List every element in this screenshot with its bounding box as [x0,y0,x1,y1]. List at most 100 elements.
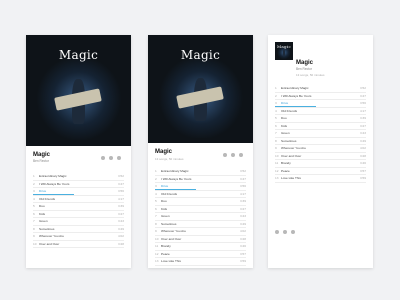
track-duration: 3:56 [239,184,246,189]
track-row[interactable]: 3 Drive 3:56 [33,188,124,196]
track-row[interactable]: 5 Duo 3:39 [155,198,246,206]
track-row[interactable]: 8 Sometimes 3:49 [155,221,246,228]
track-row[interactable]: 11 Brandy 3:46 [275,160,366,168]
track-duration: 3:27 [239,206,246,211]
track-row[interactable]: 2I Will Always Be Yours 3:47 [275,93,366,100]
track-title: I Will Always Be Yours [39,181,70,186]
track-title: Over and Over [161,236,182,241]
track-duration: 3:49 [239,221,246,226]
track-row[interactable]: 7 Green 3:43 [33,218,124,226]
track-row[interactable]: 5 Duo 3:39 [275,115,366,123]
track-duration: 3:43 [239,214,246,219]
track-row[interactable]: 2I Will Always Be Yours 3:47 [33,181,124,188]
track-title: I Will Always Be Yours [281,93,312,98]
download-icon[interactable] [231,153,235,157]
track-row[interactable]: 1 Extraordinary Magic 3:52 [155,168,246,176]
album-cover[interactable]: Magic [26,35,131,146]
track-row[interactable]: 9 Wherever You Are 4:02 [33,233,124,241]
track-duration: 3:28 [117,241,124,246]
track-duration: 3:59 [359,176,366,181]
track-row[interactable]: 1 Extraordinary Magic 3:52 [33,173,124,181]
shuffle-icon[interactable] [101,156,105,160]
more-icon[interactable] [117,156,121,160]
track-row[interactable]: 11 Brandy 3:46 [155,243,246,251]
track-duration: 4:17 [117,196,124,201]
more-icon[interactable] [291,230,295,234]
track-title: Brandy [281,161,291,166]
track-row[interactable]: 2I Will Always Be Yours 3:47 [155,176,246,183]
track-row[interactable]: 12 Peace 3:57 [275,168,366,175]
track-title: Kids [161,206,168,211]
track-duration: 3:47 [239,176,246,181]
track-title: Old Friends [39,196,55,201]
track-title: Love Like This [281,176,301,181]
track-title: Old Friends [161,191,177,196]
download-icon[interactable] [283,230,287,234]
track-title: Green [39,219,48,224]
track-title: Over and Over [281,153,302,158]
track-title: Extraordinary Magic [161,169,189,174]
track-title: Kids [281,123,288,128]
track-duration: 3:39 [359,116,366,121]
track-row[interactable]: 6 Kids 3:27 [275,123,366,130]
album-meta: 13 songs, 50 minutes [296,73,325,77]
track-row[interactable]: 3 Drive 3:56 [155,183,246,191]
track-row[interactable]: 1 Extraordinary Magic 3:52 [275,85,366,93]
track-duration: 3:47 [117,181,124,186]
track-duration: 3:43 [117,219,124,224]
album-controls [275,230,295,234]
track-row[interactable]: 12 Peace 3:57 [155,251,246,258]
track-row[interactable]: 10 Over and Over 3:28 [275,153,366,160]
track-list: 1 Extraordinary Magic 3:52 2 I Will Always B… [26,173,131,248]
more-icon[interactable] [239,153,243,157]
track-row[interactable]: 8 Sometimes 3:49 [33,226,124,233]
track-duration: 3:28 [239,236,246,241]
track-duration: 3:47 [359,93,366,98]
track-duration: 3:52 [239,169,246,174]
track-row[interactable]: 10 Over and Over 3:28 [155,236,246,243]
track-row[interactable]: 13 Love Like This 3:59 [155,258,246,266]
track-title: Over and Over [39,241,60,246]
track-duration: 3:46 [239,244,246,249]
track-row[interactable]: 10 Over and Over 3:28 [33,241,124,248]
track-row[interactable]: 9 Wherever You Are 4:02 [275,145,366,153]
track-row[interactable]: 13 Love Like This 3:59 [275,175,366,183]
track-title: Sometimes [281,138,297,143]
album-cover-thumb[interactable]: Magic [275,42,293,60]
shuffle-icon[interactable] [223,153,227,157]
track-row[interactable]: 8 Sometimes 3:49 [275,138,366,145]
track-row[interactable]: 4 Old Friends 4:17 [275,108,366,115]
track-row[interactable]: 6 Kids 3:27 [33,211,124,218]
track-title: Drive [161,184,169,189]
album-title: Magic [296,60,314,66]
track-title: Sometimes [39,226,55,231]
track-title: Duo [161,199,167,204]
track-duration: 4:17 [359,108,366,113]
album-header: Magic Ben Rector 13 songs, 50 minutes [296,60,368,77]
album-artist[interactable]: Ben Rector [296,67,368,71]
track-title: Duo [39,204,45,209]
track-row[interactable]: 7 Green 3:43 [155,213,246,221]
shuffle-icon[interactable] [275,230,279,234]
track-row[interactable]: 4 Old Friends 4:17 [155,191,246,198]
track-title: Drive [39,189,47,194]
album-header: Magic Ben Rector [26,146,131,173]
track-row[interactable]: 5 Duo 3:39 [33,203,124,211]
track-title: Duo [281,116,287,121]
download-icon[interactable] [109,156,113,160]
track-row[interactable]: 3 Drive 3:56 [275,100,366,108]
track-title: Kids [39,211,46,216]
track-duration: 3:59 [239,259,246,264]
track-duration: 4:02 [359,146,366,151]
track-title: I Will Always Be Yours [161,176,192,181]
track-title: Peace [281,168,290,173]
album-cover[interactable]: Magic [148,35,253,143]
track-row[interactable]: 7 Green 3:43 [275,130,366,138]
track-duration: 3:49 [359,138,366,143]
track-row[interactable]: 9 Wherever You Are 4:02 [155,228,246,236]
track-title: Brandy [161,244,171,249]
track-title: Love Like This [161,259,181,264]
track-row[interactable]: 6 Kids 3:27 [155,206,246,213]
track-row[interactable]: 4 Old Friends 4:17 [33,196,124,203]
track-list: 1 Extraordinary Magic 3:52 2 I Will Always B… [275,85,366,183]
